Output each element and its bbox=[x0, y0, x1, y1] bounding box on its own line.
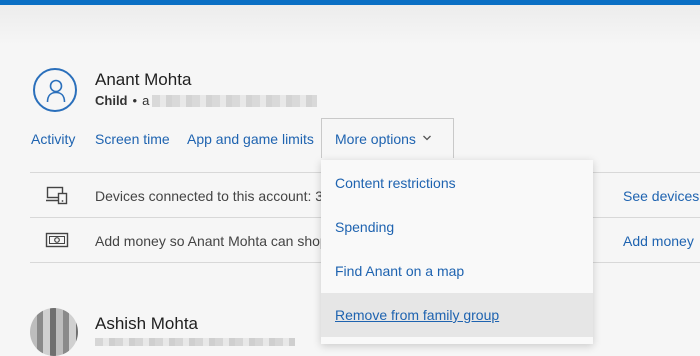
redacted-email bbox=[152, 94, 318, 107]
member-name: Ashish Mohta bbox=[95, 314, 198, 333]
tab-more-options[interactable]: More options bbox=[335, 131, 416, 147]
member-role: Child bbox=[95, 93, 128, 108]
tab-screen-time[interactable]: Screen time bbox=[95, 131, 170, 147]
add-money-row-text: Add money so Anant Mohta can shop bbox=[95, 233, 328, 249]
devices-icon bbox=[46, 186, 68, 205]
devices-row-text: Devices connected to this account: 3 bbox=[95, 188, 324, 204]
see-devices-link[interactable]: See devices bbox=[623, 188, 699, 204]
header-shadow bbox=[0, 5, 700, 45]
person-icon bbox=[46, 79, 66, 103]
avatar bbox=[33, 68, 77, 112]
menu-item-find-on-map[interactable]: Find Anant on a map bbox=[321, 249, 593, 293]
separator-dot: • bbox=[132, 93, 138, 108]
tab-app-game-limits[interactable]: App and game limits bbox=[187, 131, 314, 147]
chevron-down-icon bbox=[423, 135, 431, 141]
add-money-link[interactable]: Add money bbox=[623, 233, 694, 249]
tab-activity[interactable]: Activity bbox=[31, 131, 75, 147]
member-subline: Child • a bbox=[95, 93, 318, 108]
menu-item-content-restrictions[interactable]: Content restrictions bbox=[321, 161, 593, 205]
member-email: a bbox=[142, 93, 150, 108]
avatar bbox=[30, 308, 78, 356]
member-name: Anant Mohta bbox=[95, 70, 192, 89]
redacted-email bbox=[95, 338, 295, 346]
menu-item-spending[interactable]: Spending bbox=[321, 205, 593, 249]
money-icon bbox=[45, 232, 69, 248]
menu-item-remove-from-family[interactable]: Remove from family group bbox=[321, 293, 593, 337]
more-options-menu: Content restrictions Spending Find Anant… bbox=[321, 160, 593, 344]
